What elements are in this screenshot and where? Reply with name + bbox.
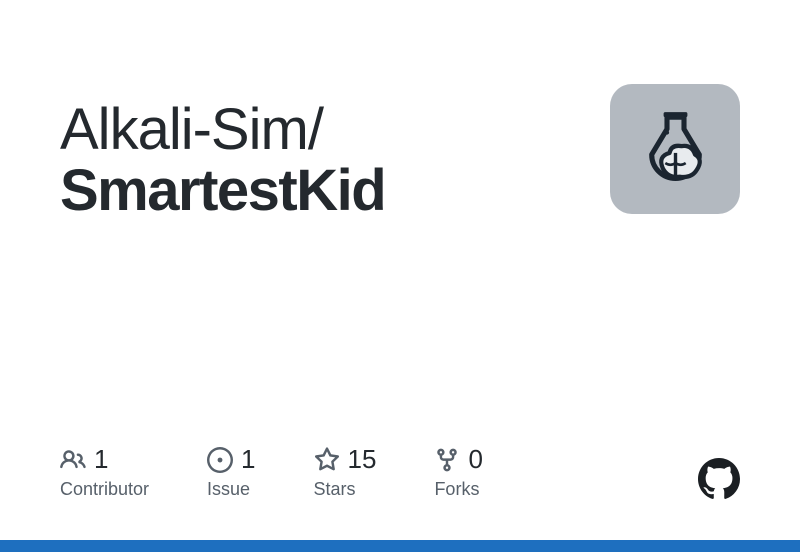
- language-bar: [0, 540, 800, 552]
- issue-icon: [207, 447, 233, 473]
- contributors-label: Contributor: [60, 479, 149, 500]
- people-icon: [60, 447, 86, 473]
- stat-contributors: 1 Contributor: [60, 444, 149, 500]
- stat-stars: 15 Stars: [314, 444, 377, 500]
- flask-brain-icon: [633, 107, 718, 192]
- title-block: Alkali-Sim/ SmartestKid: [60, 80, 610, 222]
- stars-count: 15: [348, 444, 377, 475]
- repo-name: SmartestKid: [60, 161, 610, 222]
- contributors-count: 1: [94, 444, 108, 475]
- header-row: Alkali-Sim/ SmartestKid: [60, 80, 740, 222]
- repo-social-card: Alkali-Sim/ SmartestKid 1: [0, 0, 800, 560]
- forks-label: Forks: [434, 479, 482, 500]
- github-icon: [698, 458, 740, 500]
- repo-avatar: [610, 84, 740, 214]
- repo-owner: Alkali-Sim/: [60, 100, 610, 161]
- stars-label: Stars: [314, 479, 377, 500]
- issues-label: Issue: [207, 479, 255, 500]
- fork-icon: [434, 447, 460, 473]
- issues-count: 1: [241, 444, 255, 475]
- stat-issues: 1 Issue: [207, 444, 255, 500]
- stat-forks: 0 Forks: [434, 444, 482, 500]
- stats-row: 1 Contributor 1 Issue 15 Stars: [60, 444, 483, 500]
- forks-count: 0: [468, 444, 482, 475]
- star-icon: [314, 447, 340, 473]
